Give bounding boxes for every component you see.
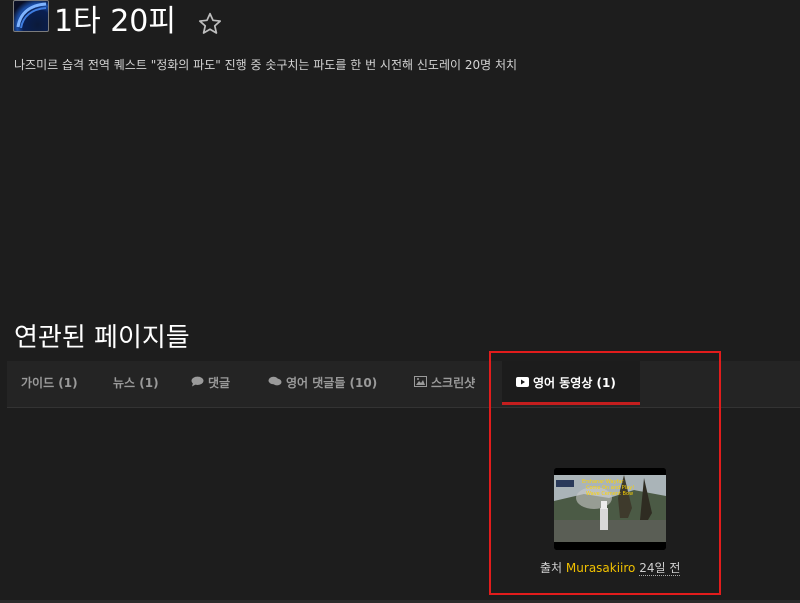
page-title: 1타 20피 xyxy=(54,4,176,39)
tab-label: 영어 댓글들 (10) xyxy=(286,376,378,390)
tab-label: 가이드 (1) xyxy=(21,376,78,390)
tab-news[interactable]: 뉴스 (1) xyxy=(113,361,159,405)
svg-text:Wave Cement Bow: Wave Cement Bow xyxy=(586,491,633,497)
video-thumbnail[interactable]: Ershanar Wayfar Come On and Play! Wave C… xyxy=(554,468,666,550)
tab-label: 뉴스 (1) xyxy=(113,376,159,390)
video-age: 24일 전 xyxy=(639,561,681,576)
achievement-description: 나즈미르 습격 전역 퀘스트 "정화의 파도" 진행 중 솟구치는 파도를 한 … xyxy=(14,58,518,72)
tab-label: 스크린샷 xyxy=(431,376,476,390)
video-author-link[interactable]: Murasakiiro xyxy=(566,561,635,575)
comment-icon xyxy=(191,361,204,405)
tab-english-comments[interactable]: 영어 댓글들 (10) xyxy=(268,361,377,405)
video-credit: 출처 Murasakiiro 24일 전 xyxy=(540,559,681,576)
achievement-icon xyxy=(13,0,49,32)
image-icon xyxy=(414,361,427,405)
related-tabs: 가이드 (1) 뉴스 (1) 댓글 영어 댓글들 (10) 스크린샷 영어 동영… xyxy=(7,361,800,408)
credit-prefix: 출처 xyxy=(540,561,563,575)
tab-label: 댓글 xyxy=(208,376,231,390)
tab-screenshots[interactable]: 스크린샷 xyxy=(414,361,475,405)
youtube-icon xyxy=(516,361,529,405)
tab-label: 영어 동영상 (1) xyxy=(533,376,616,390)
star-outline-icon[interactable] xyxy=(197,11,223,37)
related-pages-heading: 연관된 페이지들 xyxy=(14,323,190,353)
tab-guides[interactable]: 가이드 (1) xyxy=(21,361,78,405)
comment-icon xyxy=(268,361,282,405)
tab-content xyxy=(7,408,800,600)
achievement-header: 1타 20피 나즈미르 습격 전역 퀘스트 "정화의 파도" 진행 중 솟구치는… xyxy=(0,0,800,90)
tab-comments[interactable]: 댓글 xyxy=(191,361,230,405)
tab-english-videos[interactable]: 영어 동영상 (1) xyxy=(502,361,640,405)
